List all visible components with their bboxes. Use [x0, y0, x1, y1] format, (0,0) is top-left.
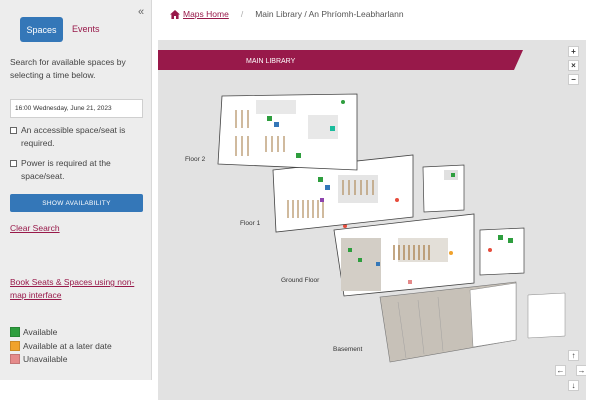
legend-label-later: Available at a later date [23, 341, 112, 351]
breadcrumb-current: Main Library / An Phríomh-Leabharlann [255, 9, 404, 19]
date-time-input[interactable] [10, 99, 143, 118]
legend-later: Available at a later date [10, 341, 112, 351]
sidebar: Spaces Events « Search for available spa… [0, 0, 152, 380]
ground-floor-floorplan[interactable] [333, 213, 475, 297]
accessible-checkbox[interactable] [10, 127, 17, 134]
legend-label-available: Available [23, 327, 58, 337]
floor-label-2: Floor 2 [185, 156, 206, 163]
floor-map[interactable]: MAIN LIBRARY Floor 2 Floor 1 Ground Floo… [158, 40, 586, 400]
pan-left-button[interactable]: ← [555, 365, 566, 376]
maps-home-link[interactable]: Maps Home [170, 9, 229, 19]
legend-swatch-available [10, 327, 20, 337]
floor-2-floorplan[interactable] [217, 93, 358, 171]
legend-available: Available [10, 327, 57, 337]
tab-spaces[interactable]: Spaces [20, 17, 63, 42]
maps-home-label: Maps Home [183, 9, 229, 19]
power-checkbox-label: Power is required at the space/seat. [21, 158, 111, 181]
home-icon [170, 9, 180, 19]
search-instructions: Search for available spaces by selecting… [10, 57, 126, 80]
power-checkbox-row[interactable]: Power is required at the space/seat. [10, 157, 145, 183]
legend-swatch-unavailable [10, 354, 20, 364]
accessible-checkbox-row[interactable]: An accessible space/seat is required. [10, 124, 145, 150]
annex-north[interactable] [422, 164, 465, 213]
floor-label-1: Floor 1 [240, 220, 261, 227]
zoom-out-button[interactable]: − [568, 74, 579, 85]
breadcrumb-separator: / [240, 9, 244, 19]
legend-label-unavailable: Unavailable [23, 354, 68, 364]
legend-swatch-later [10, 341, 20, 351]
tab-events[interactable]: Events [72, 24, 100, 34]
legend-unavailable: Unavailable [10, 354, 67, 364]
pan-down-button[interactable]: ↓ [568, 380, 579, 391]
zoom-in-button[interactable]: + [568, 46, 579, 57]
pan-right-button[interactable]: → [576, 365, 586, 376]
annex-east[interactable] [479, 227, 525, 276]
floor-label-basement: Basement [333, 346, 362, 353]
zoom-reset-button[interactable]: × [568, 60, 579, 71]
accessible-checkbox-label: An accessible space/seat is required. [21, 125, 126, 148]
floor-label-ground: Ground Floor [281, 277, 320, 284]
basement-floorplan[interactable] [379, 281, 566, 363]
power-checkbox[interactable] [10, 160, 17, 167]
pan-up-button[interactable]: ↑ [568, 350, 579, 361]
clear-search-link[interactable]: Clear Search [10, 223, 60, 233]
breadcrumb: Maps Home / Main Library / An Phríomh-Le… [170, 9, 404, 19]
map-banner [158, 50, 523, 70]
collapse-sidebar-icon[interactable]: « [138, 6, 144, 18]
floor-map-canvas[interactable]: MAIN LIBRARY Floor 2 Floor 1 Ground Floo… [158, 40, 586, 400]
map-banner-text: MAIN LIBRARY [246, 58, 296, 65]
book-non-map-link[interactable]: Book Seats & Spaces using non-map interf… [10, 276, 142, 302]
show-availability-button[interactable]: SHOW AVAILABILITY [10, 194, 143, 212]
